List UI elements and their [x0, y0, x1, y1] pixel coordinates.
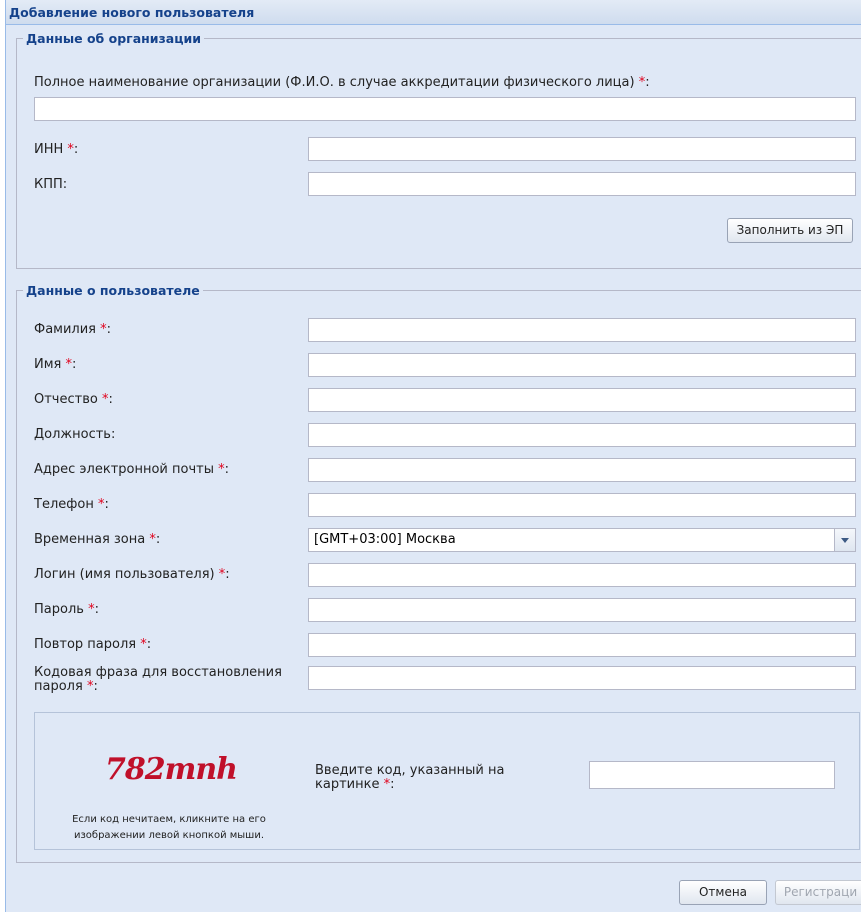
codephrase-input[interactable]: [308, 666, 856, 690]
captcha-input[interactable]: [589, 761, 835, 789]
registration-window: Добавление нового пользователя Данные об…: [5, 0, 861, 912]
full-name-label: Полное наименование организации (Ф.И.О. …: [34, 75, 650, 90]
kpp-label: КПП:: [34, 177, 68, 192]
fill-from-signature-button[interactable]: Заполнить из ЭП: [727, 218, 853, 243]
phone-input[interactable]: [308, 493, 856, 517]
timezone-label: Временная зона *:: [34, 532, 161, 547]
register-button[interactable]: Регистраци: [775, 880, 861, 905]
window-title: Добавление нового пользователя: [9, 5, 255, 20]
password-repeat-label: Повтор пароля *:: [34, 637, 152, 652]
window-titlebar: Добавление нового пользователя: [6, 0, 861, 25]
login-input[interactable]: [308, 563, 856, 587]
captcha-panel: 782mnh Если код нечитаем, кликните на ег…: [34, 712, 860, 850]
patronymic-input[interactable]: [308, 388, 856, 412]
chevron-down-icon[interactable]: [834, 529, 855, 551]
email-input[interactable]: [308, 458, 856, 482]
cancel-button[interactable]: Отмена: [679, 880, 767, 905]
password-label: Пароль *:: [34, 602, 99, 617]
first-name-input[interactable]: [308, 353, 856, 377]
position-label: Должность:: [34, 427, 116, 442]
login-label: Логин (имя пользователя) *:: [34, 567, 230, 582]
timezone-select[interactable]: [GMT+03:00] Москва: [308, 528, 856, 552]
timezone-value: [GMT+03:00] Москва: [314, 532, 456, 547]
last-name-label: Фамилия *:: [34, 322, 112, 337]
position-input[interactable]: [308, 423, 856, 447]
codephrase-label: Кодовая фраза для восстановления пароля …: [34, 665, 282, 694]
captcha-prompt: Введите код, указанный на картинке *:: [315, 763, 505, 792]
phone-label: Телефон *:: [34, 497, 109, 512]
first-name-label: Имя *:: [34, 357, 77, 372]
password-repeat-input[interactable]: [308, 633, 856, 657]
password-input[interactable]: [308, 598, 856, 622]
captcha-note: Если код нечитаем, кликните на его изобр…: [72, 814, 266, 841]
patronymic-label: Отчество *:: [34, 392, 113, 407]
inn-label: ИНН *:: [34, 142, 79, 157]
inn-input[interactable]: [308, 137, 856, 161]
org-legend: Данные об организации: [26, 31, 202, 46]
user-legend: Данные о пользователе: [26, 283, 200, 298]
email-label: Адрес электронной почты *:: [34, 462, 230, 477]
kpp-input[interactable]: [308, 172, 856, 196]
full-name-input[interactable]: [34, 97, 856, 121]
last-name-input[interactable]: [308, 318, 856, 342]
captcha-image[interactable]: 782mnh: [105, 752, 238, 787]
